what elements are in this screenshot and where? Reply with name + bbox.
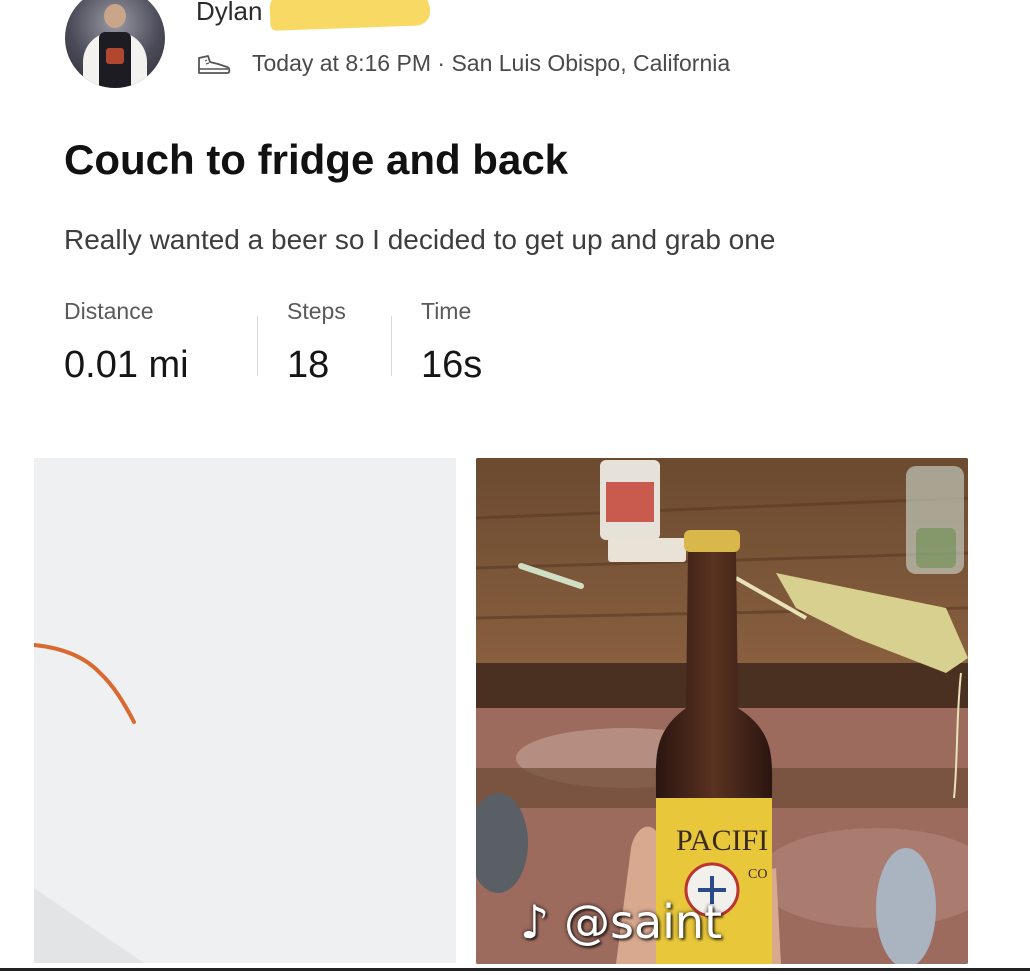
tiktok-icon: ♪	[520, 895, 550, 949]
stat-time-label: Time	[421, 298, 472, 324]
stat-divider	[391, 316, 392, 376]
avatar[interactable]	[65, 0, 165, 88]
bottle-label-sub: CO	[748, 867, 767, 882]
stat-time-value: 16s	[421, 344, 483, 386]
stat-steps-label: Steps	[287, 298, 346, 324]
stat-steps-value: 18	[287, 344, 330, 386]
route-map[interactable]	[34, 458, 456, 963]
tiktok-handle: @saint	[563, 895, 723, 949]
activity-photo[interactable]: PACIFI CO	[476, 458, 968, 964]
bottle-label: PACIFI	[676, 824, 768, 857]
redaction-mark	[269, 0, 431, 31]
meta-separator: ·	[437, 50, 446, 76]
activity-description: Really wanted a beer so I decided to get…	[64, 224, 776, 255]
stat-distance-label: Distance	[64, 298, 154, 324]
timestamp: Today at 8:16 PM	[252, 50, 431, 76]
post-meta: Today at 8:16 PM · San Luis Obispo, Cali…	[252, 50, 730, 77]
activity-title: Couch to fridge and back	[64, 136, 569, 183]
shoe-icon	[198, 55, 231, 74]
stat-divider	[257, 316, 258, 376]
stat-distance-value: 0.01 mi	[64, 344, 189, 386]
bottom-border	[0, 968, 1030, 971]
author-name[interactable]: Dylan	[196, 0, 262, 27]
tiktok-watermark: ♪ @saint	[520, 895, 722, 949]
location[interactable]: San Luis Obispo, California	[451, 50, 730, 76]
